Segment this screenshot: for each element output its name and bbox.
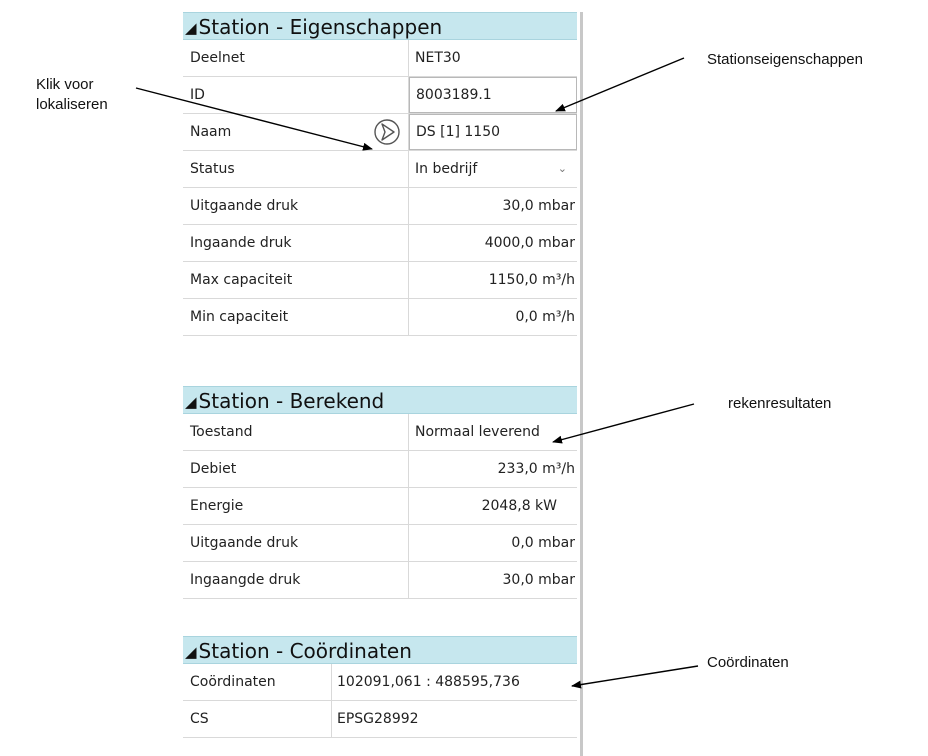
coordinates-row-cs: CS EPSG28992 — [183, 701, 577, 738]
row-value: 0,0 m³/h — [515, 309, 575, 325]
calculated-row-ingaande-druk: Ingaangde druk 30,0 mbar — [183, 562, 577, 599]
property-panel: ◢ Station - Eigenschappen Deelnet NET30 I… — [183, 12, 583, 756]
calculated-row-energie: Energie 2048,8 kW — [183, 488, 577, 525]
row-label: Debiet — [183, 451, 409, 487]
row-label: Max capaciteit — [183, 262, 409, 298]
section-title-coordinates: Station - Coördinaten — [198, 639, 412, 663]
row-label: Deelnet — [183, 40, 409, 76]
property-row-naam: Naam DS [1] 1150 — [183, 114, 577, 151]
row-label: Ingaande druk — [183, 225, 409, 261]
row-value: Normaal leverend — [415, 424, 540, 440]
coordinates-row-coordinaten: Coördinaten 102091,061 : 488595,736 — [183, 664, 577, 701]
property-row-deelnet: Deelnet NET30 — [183, 40, 577, 77]
row-label: Ingaangde druk — [183, 562, 409, 598]
row-value: 233,0 m³/h — [497, 461, 575, 477]
property-row-ingaande-druk: Ingaande druk 4000,0 mbar — [183, 225, 577, 262]
calculated-row-uitgaande-druk: Uitgaande druk 0,0 mbar — [183, 525, 577, 562]
row-label: Status — [183, 151, 409, 187]
arrow-coordinates — [571, 665, 699, 689]
calculated-row-debiet: Debiet 233,0 m³/h — [183, 451, 577, 488]
row-label: Toestand — [183, 414, 409, 450]
navigation-arrow-icon — [374, 119, 400, 145]
property-row-status: Status In bedrijf ⌄ — [183, 151, 577, 188]
row-label: ID — [183, 77, 409, 113]
row-value: 102091,061 : 488595,736 — [337, 674, 520, 690]
row-label: Energie — [183, 488, 409, 524]
row-value: 2048,8 kW — [481, 498, 557, 514]
row-value: 1150,0 m³/h — [488, 272, 575, 288]
status-select[interactable]: In bedrijf ⌄ — [409, 151, 577, 187]
section-header-calculated[interactable]: ◢ Station - Berekend — [183, 386, 577, 414]
annotation-locate-line1: Klik voor — [36, 76, 94, 93]
annotation-locate-line2: lokaliseren — [36, 96, 108, 113]
section-title-properties: Station - Eigenschappen — [198, 15, 443, 39]
section-header-coordinates[interactable]: ◢ Station - Coördinaten — [183, 636, 577, 664]
collapse-triangle-icon[interactable]: ◢ — [185, 393, 197, 411]
status-select-value: In bedrijf — [415, 161, 478, 177]
row-value: EPSG28992 — [337, 711, 419, 727]
annotation-locate: Klik voor lokaliseren — [36, 75, 108, 115]
annotation-properties: Stationseigenschappen — [707, 51, 863, 68]
row-label: Uitgaande druk — [183, 188, 409, 224]
row-label: Uitgaande druk — [183, 525, 409, 561]
id-field[interactable]: 8003189.1 — [409, 77, 577, 113]
row-label: Min capaciteit — [183, 299, 409, 335]
annotation-results: rekenresultaten — [728, 395, 832, 412]
collapse-triangle-icon[interactable]: ◢ — [185, 643, 197, 661]
property-row-max-capaciteit: Max capaciteit 1150,0 m³/h — [183, 262, 577, 299]
naam-field[interactable]: DS [1] 1150 — [409, 114, 577, 150]
row-value: NET30 — [415, 50, 461, 66]
calculated-row-toestand: Toestand Normaal leverend — [183, 414, 577, 451]
row-label: CS — [183, 701, 332, 737]
row-value: 4000,0 mbar — [484, 235, 575, 251]
row-value: 30,0 mbar — [502, 198, 575, 214]
row-value: 0,0 mbar — [511, 535, 575, 551]
property-row-id: ID 8003189.1 — [183, 77, 577, 114]
section-header-properties[interactable]: ◢ Station - Eigenschappen — [183, 12, 577, 40]
property-row-min-capaciteit: Min capaciteit 0,0 m³/h — [183, 299, 577, 336]
annotation-coordinates: Coördinaten — [707, 654, 789, 671]
row-value: 30,0 mbar — [502, 572, 575, 588]
property-row-uitgaande-druk: Uitgaande druk 30,0 mbar — [183, 188, 577, 225]
section-title-calculated: Station - Berekend — [198, 389, 385, 413]
collapse-triangle-icon[interactable]: ◢ — [185, 19, 197, 37]
locate-button[interactable] — [369, 116, 405, 148]
chevron-down-icon[interactable]: ⌄ — [558, 151, 567, 187]
row-label: Coördinaten — [183, 664, 332, 700]
